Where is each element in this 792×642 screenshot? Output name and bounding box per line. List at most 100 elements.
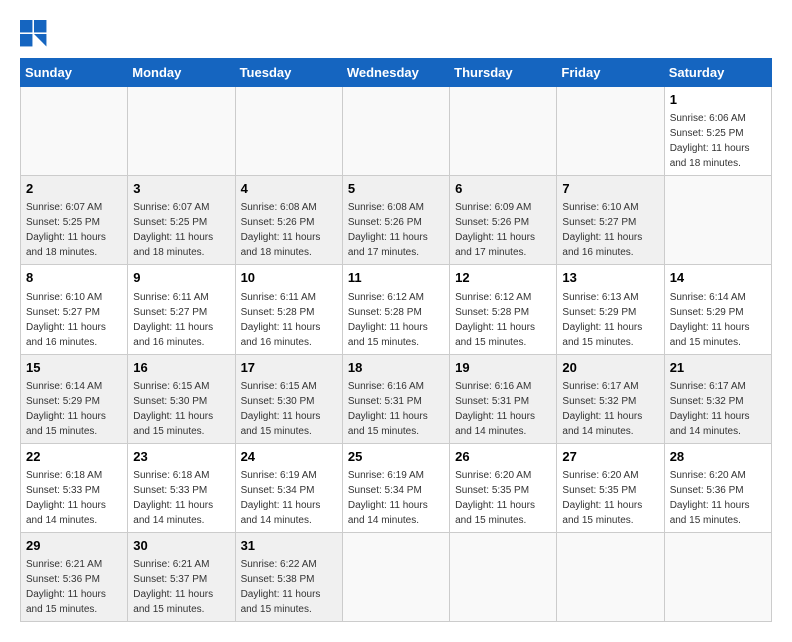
day-info: Sunrise: 6:20 AMSunset: 5:35 PMDaylight:…	[562, 468, 658, 528]
day-info: Sunrise: 6:21 AMSunset: 5:36 PMDaylight:…	[26, 557, 122, 617]
day-number: 8	[26, 269, 122, 287]
day-info: Sunrise: 6:15 AMSunset: 5:30 PMDaylight:…	[241, 379, 337, 439]
calendar-cell: 10 Sunrise: 6:11 AMSunset: 5:28 PMDayligh…	[235, 265, 342, 354]
day-info: Sunrise: 6:17 AMSunset: 5:32 PMDaylight:…	[670, 379, 766, 439]
day-info: Sunrise: 6:14 AMSunset: 5:29 PMDaylight:…	[670, 290, 766, 350]
header-day: Tuesday	[235, 59, 342, 87]
calendar-cell	[342, 532, 449, 621]
day-number: 1	[670, 91, 766, 109]
calendar-cell: 14 Sunrise: 6:14 AMSunset: 5:29 PMDayligh…	[664, 265, 771, 354]
day-info: Sunrise: 6:19 AMSunset: 5:34 PMDaylight:…	[241, 468, 337, 528]
day-info: Sunrise: 6:14 AMSunset: 5:29 PMDaylight:…	[26, 379, 122, 439]
calendar-cell: 31Sunrise: 6:22 AMSunset: 5:38 PMDayligh…	[235, 532, 342, 621]
calendar-cell: 6 Sunrise: 6:09 AMSunset: 5:26 PMDaylight…	[450, 176, 557, 265]
header-day: Thursday	[450, 59, 557, 87]
day-number: 6	[455, 180, 551, 198]
day-info: Sunrise: 6:11 AMSunset: 5:27 PMDaylight:…	[133, 290, 229, 350]
day-number: 4	[241, 180, 337, 198]
day-info: Sunrise: 6:06 AMSunset: 5:25 PMDaylight:…	[670, 111, 766, 171]
calendar-cell: 24 Sunrise: 6:19 AMSunset: 5:34 PMDayligh…	[235, 443, 342, 532]
day-number: 31	[241, 537, 337, 555]
day-number: 3	[133, 180, 229, 198]
day-info: Sunrise: 6:19 AMSunset: 5:34 PMDaylight:…	[348, 468, 444, 528]
day-info: Sunrise: 6:07 AMSunset: 5:25 PMDaylight:…	[26, 200, 122, 260]
day-number: 7	[562, 180, 658, 198]
day-number: 22	[26, 448, 122, 466]
calendar-cell	[128, 87, 235, 176]
day-info: Sunrise: 6:12 AMSunset: 5:28 PMDaylight:…	[348, 290, 444, 350]
calendar-week: 15 Sunrise: 6:14 AMSunset: 5:29 PMDayligh…	[21, 354, 772, 443]
header-row: SundayMondayTuesdayWednesdayThursdayFrid…	[21, 59, 772, 87]
day-info: Sunrise: 6:09 AMSunset: 5:26 PMDaylight:…	[455, 200, 551, 260]
day-info: Sunrise: 6:08 AMSunset: 5:26 PMDaylight:…	[348, 200, 444, 260]
calendar-cell: 12 Sunrise: 6:12 AMSunset: 5:28 PMDayligh…	[450, 265, 557, 354]
calendar-cell: 4 Sunrise: 6:08 AMSunset: 5:26 PMDaylight…	[235, 176, 342, 265]
calendar-cell	[235, 87, 342, 176]
calendar-cell: 22 Sunrise: 6:18 AMSunset: 5:33 PMDayligh…	[21, 443, 128, 532]
calendar-cell: 8Sunrise: 6:10 AMSunset: 5:27 PMDaylight…	[21, 265, 128, 354]
day-info: Sunrise: 6:15 AMSunset: 5:30 PMDaylight:…	[133, 379, 229, 439]
calendar-week: 8Sunrise: 6:10 AMSunset: 5:27 PMDaylight…	[21, 265, 772, 354]
calendar-cell: 9Sunrise: 6:11 AMSunset: 5:27 PMDaylight…	[128, 265, 235, 354]
calendar-cell: 16Sunrise: 6:15 AMSunset: 5:30 PMDayligh…	[128, 354, 235, 443]
day-number: 18	[348, 359, 444, 377]
day-number: 23	[133, 448, 229, 466]
calendar-cell	[342, 87, 449, 176]
calendar-cell: 5Sunrise: 6:08 AMSunset: 5:26 PMDaylight…	[342, 176, 449, 265]
calendar-cell: 1 Sunrise: 6:06 AMSunset: 5:25 PMDaylight…	[664, 87, 771, 176]
calendar-cell: 23Sunrise: 6:18 AMSunset: 5:33 PMDayligh…	[128, 443, 235, 532]
day-info: Sunrise: 6:13 AMSunset: 5:29 PMDaylight:…	[562, 290, 658, 350]
day-info: Sunrise: 6:11 AMSunset: 5:28 PMDaylight:…	[241, 290, 337, 350]
day-info: Sunrise: 6:21 AMSunset: 5:37 PMDaylight:…	[133, 557, 229, 617]
calendar-cell	[664, 176, 771, 265]
day-info: Sunrise: 6:20 AMSunset: 5:35 PMDaylight:…	[455, 468, 551, 528]
header-day: Friday	[557, 59, 664, 87]
day-number: 20	[562, 359, 658, 377]
day-info: Sunrise: 6:12 AMSunset: 5:28 PMDaylight:…	[455, 290, 551, 350]
day-number: 2	[26, 180, 122, 198]
day-number: 12	[455, 269, 551, 287]
calendar-cell: 7 Sunrise: 6:10 AMSunset: 5:27 PMDaylight…	[557, 176, 664, 265]
day-number: 14	[670, 269, 766, 287]
day-number: 28	[670, 448, 766, 466]
calendar-cell	[450, 87, 557, 176]
calendar-cell: 19 Sunrise: 6:16 AMSunset: 5:31 PMDayligh…	[450, 354, 557, 443]
day-number: 29	[26, 537, 122, 555]
day-info: Sunrise: 6:20 AMSunset: 5:36 PMDaylight:…	[670, 468, 766, 528]
calendar-cell: 15 Sunrise: 6:14 AMSunset: 5:29 PMDayligh…	[21, 354, 128, 443]
day-number: 11	[348, 269, 444, 287]
day-number: 25	[348, 448, 444, 466]
calendar-cell: 20Sunrise: 6:17 AMSunset: 5:32 PMDayligh…	[557, 354, 664, 443]
calendar-cell: 26 Sunrise: 6:20 AMSunset: 5:35 PMDayligh…	[450, 443, 557, 532]
day-info: Sunrise: 6:10 AMSunset: 5:27 PMDaylight:…	[562, 200, 658, 260]
calendar-cell: 25 Sunrise: 6:19 AMSunset: 5:34 PMDayligh…	[342, 443, 449, 532]
day-number: 21	[670, 359, 766, 377]
calendar-cell	[450, 532, 557, 621]
day-number: 15	[26, 359, 122, 377]
day-info: Sunrise: 6:07 AMSunset: 5:25 PMDaylight:…	[133, 200, 229, 260]
calendar-cell	[557, 532, 664, 621]
calendar-cell: 30Sunrise: 6:21 AMSunset: 5:37 PMDayligh…	[128, 532, 235, 621]
day-info: Sunrise: 6:16 AMSunset: 5:31 PMDaylight:…	[455, 379, 551, 439]
calendar-cell: 17 Sunrise: 6:15 AMSunset: 5:30 PMDayligh…	[235, 354, 342, 443]
page-header	[20, 20, 772, 48]
day-number: 10	[241, 269, 337, 287]
day-info: Sunrise: 6:08 AMSunset: 5:26 PMDaylight:…	[241, 200, 337, 260]
calendar-cell: 13 Sunrise: 6:13 AMSunset: 5:29 PMDayligh…	[557, 265, 664, 354]
calendar-cell	[21, 87, 128, 176]
day-info: Sunrise: 6:18 AMSunset: 5:33 PMDaylight:…	[26, 468, 122, 528]
calendar-table: SundayMondayTuesdayWednesdayThursdayFrid…	[20, 58, 772, 622]
day-number: 17	[241, 359, 337, 377]
calendar-cell	[557, 87, 664, 176]
calendar-week: 29 Sunrise: 6:21 AMSunset: 5:36 PMDayligh…	[21, 532, 772, 621]
day-number: 13	[562, 269, 658, 287]
day-number: 19	[455, 359, 551, 377]
calendar-cell: 21 Sunrise: 6:17 AMSunset: 5:32 PMDayligh…	[664, 354, 771, 443]
calendar-cell: 3 Sunrise: 6:07 AMSunset: 5:25 PMDaylight…	[128, 176, 235, 265]
calendar-cell: 2 Sunrise: 6:07 AMSunset: 5:25 PMDaylight…	[21, 176, 128, 265]
day-number: 24	[241, 448, 337, 466]
calendar-week: 22 Sunrise: 6:18 AMSunset: 5:33 PMDayligh…	[21, 443, 772, 532]
calendar-header: SundayMondayTuesdayWednesdayThursdayFrid…	[21, 59, 772, 87]
header-day: Monday	[128, 59, 235, 87]
day-number: 26	[455, 448, 551, 466]
